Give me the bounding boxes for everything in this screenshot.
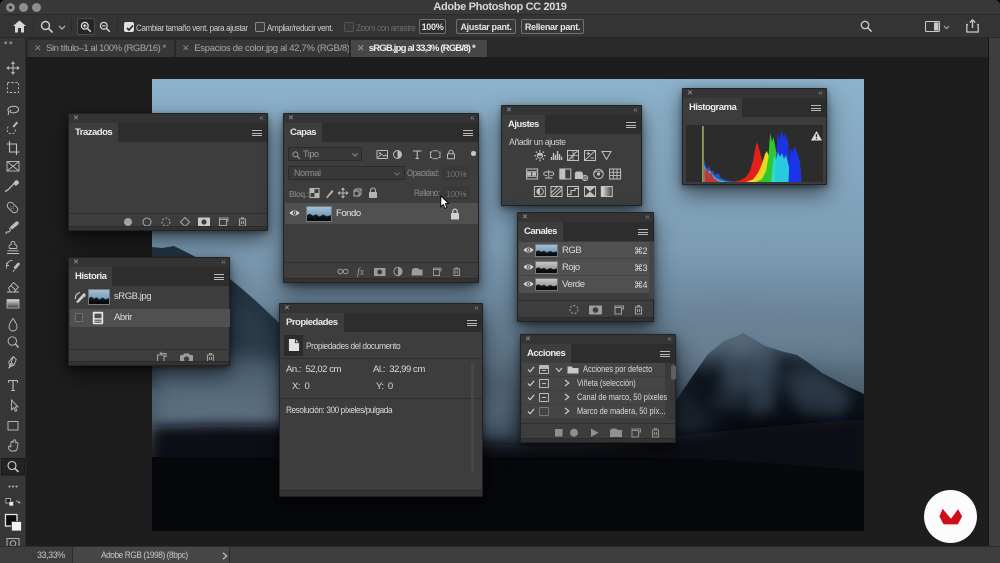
svg-text:fx: fx: [357, 267, 365, 278]
